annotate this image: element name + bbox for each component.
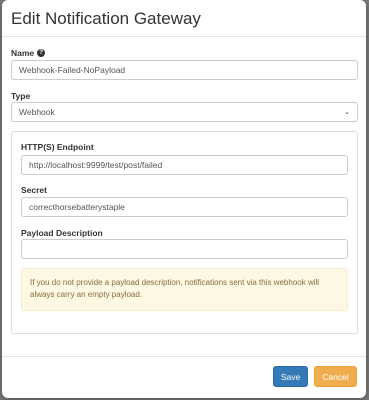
save-button[interactable]: Save [273, 366, 308, 387]
payload-warning-alert: If you do not provide a payload descript… [21, 268, 348, 311]
endpoint-input-value: http://localhost:9999/test/post/failed [29, 160, 163, 170]
chevron-down-icon: ⌄ [344, 109, 350, 116]
type-select[interactable]: Webhook ⌄ [11, 102, 358, 122]
name-label-row: Name ? [11, 47, 46, 59]
edit-gateway-modal: Edit Notification Gateway Name ? Webhook… [2, 0, 366, 398]
modal-footer: Save Cancel [2, 356, 366, 399]
endpoint-label: HTTP(S) Endpoint [21, 142, 94, 152]
secret-input-value: correcthorsebatterystaple [29, 202, 125, 212]
modal-header: Edit Notification Gateway [2, 0, 366, 37]
modal-title: Edit Notification Gateway [11, 9, 201, 28]
payload-description-label: Payload Description [21, 228, 103, 238]
type-select-value: Webhook [19, 107, 55, 117]
endpoint-input[interactable]: http://localhost:9999/test/post/failed [21, 155, 348, 175]
name-input-value: Webhook-Failed-NoPayload [19, 65, 126, 75]
type-label: Type [11, 91, 31, 101]
name-input[interactable]: Webhook-Failed-NoPayload [11, 60, 358, 80]
payload-description-input[interactable] [21, 239, 348, 259]
name-label: Name [11, 48, 35, 58]
secret-label: Secret [21, 185, 47, 195]
secret-input[interactable]: correcthorsebatterystaple [21, 197, 348, 217]
webhook-settings-panel: HTTP(S) Endpoint http://localhost:9999/t… [11, 131, 358, 334]
cancel-button[interactable]: Cancel [314, 366, 357, 387]
question-circle-icon[interactable]: ? [37, 49, 46, 57]
